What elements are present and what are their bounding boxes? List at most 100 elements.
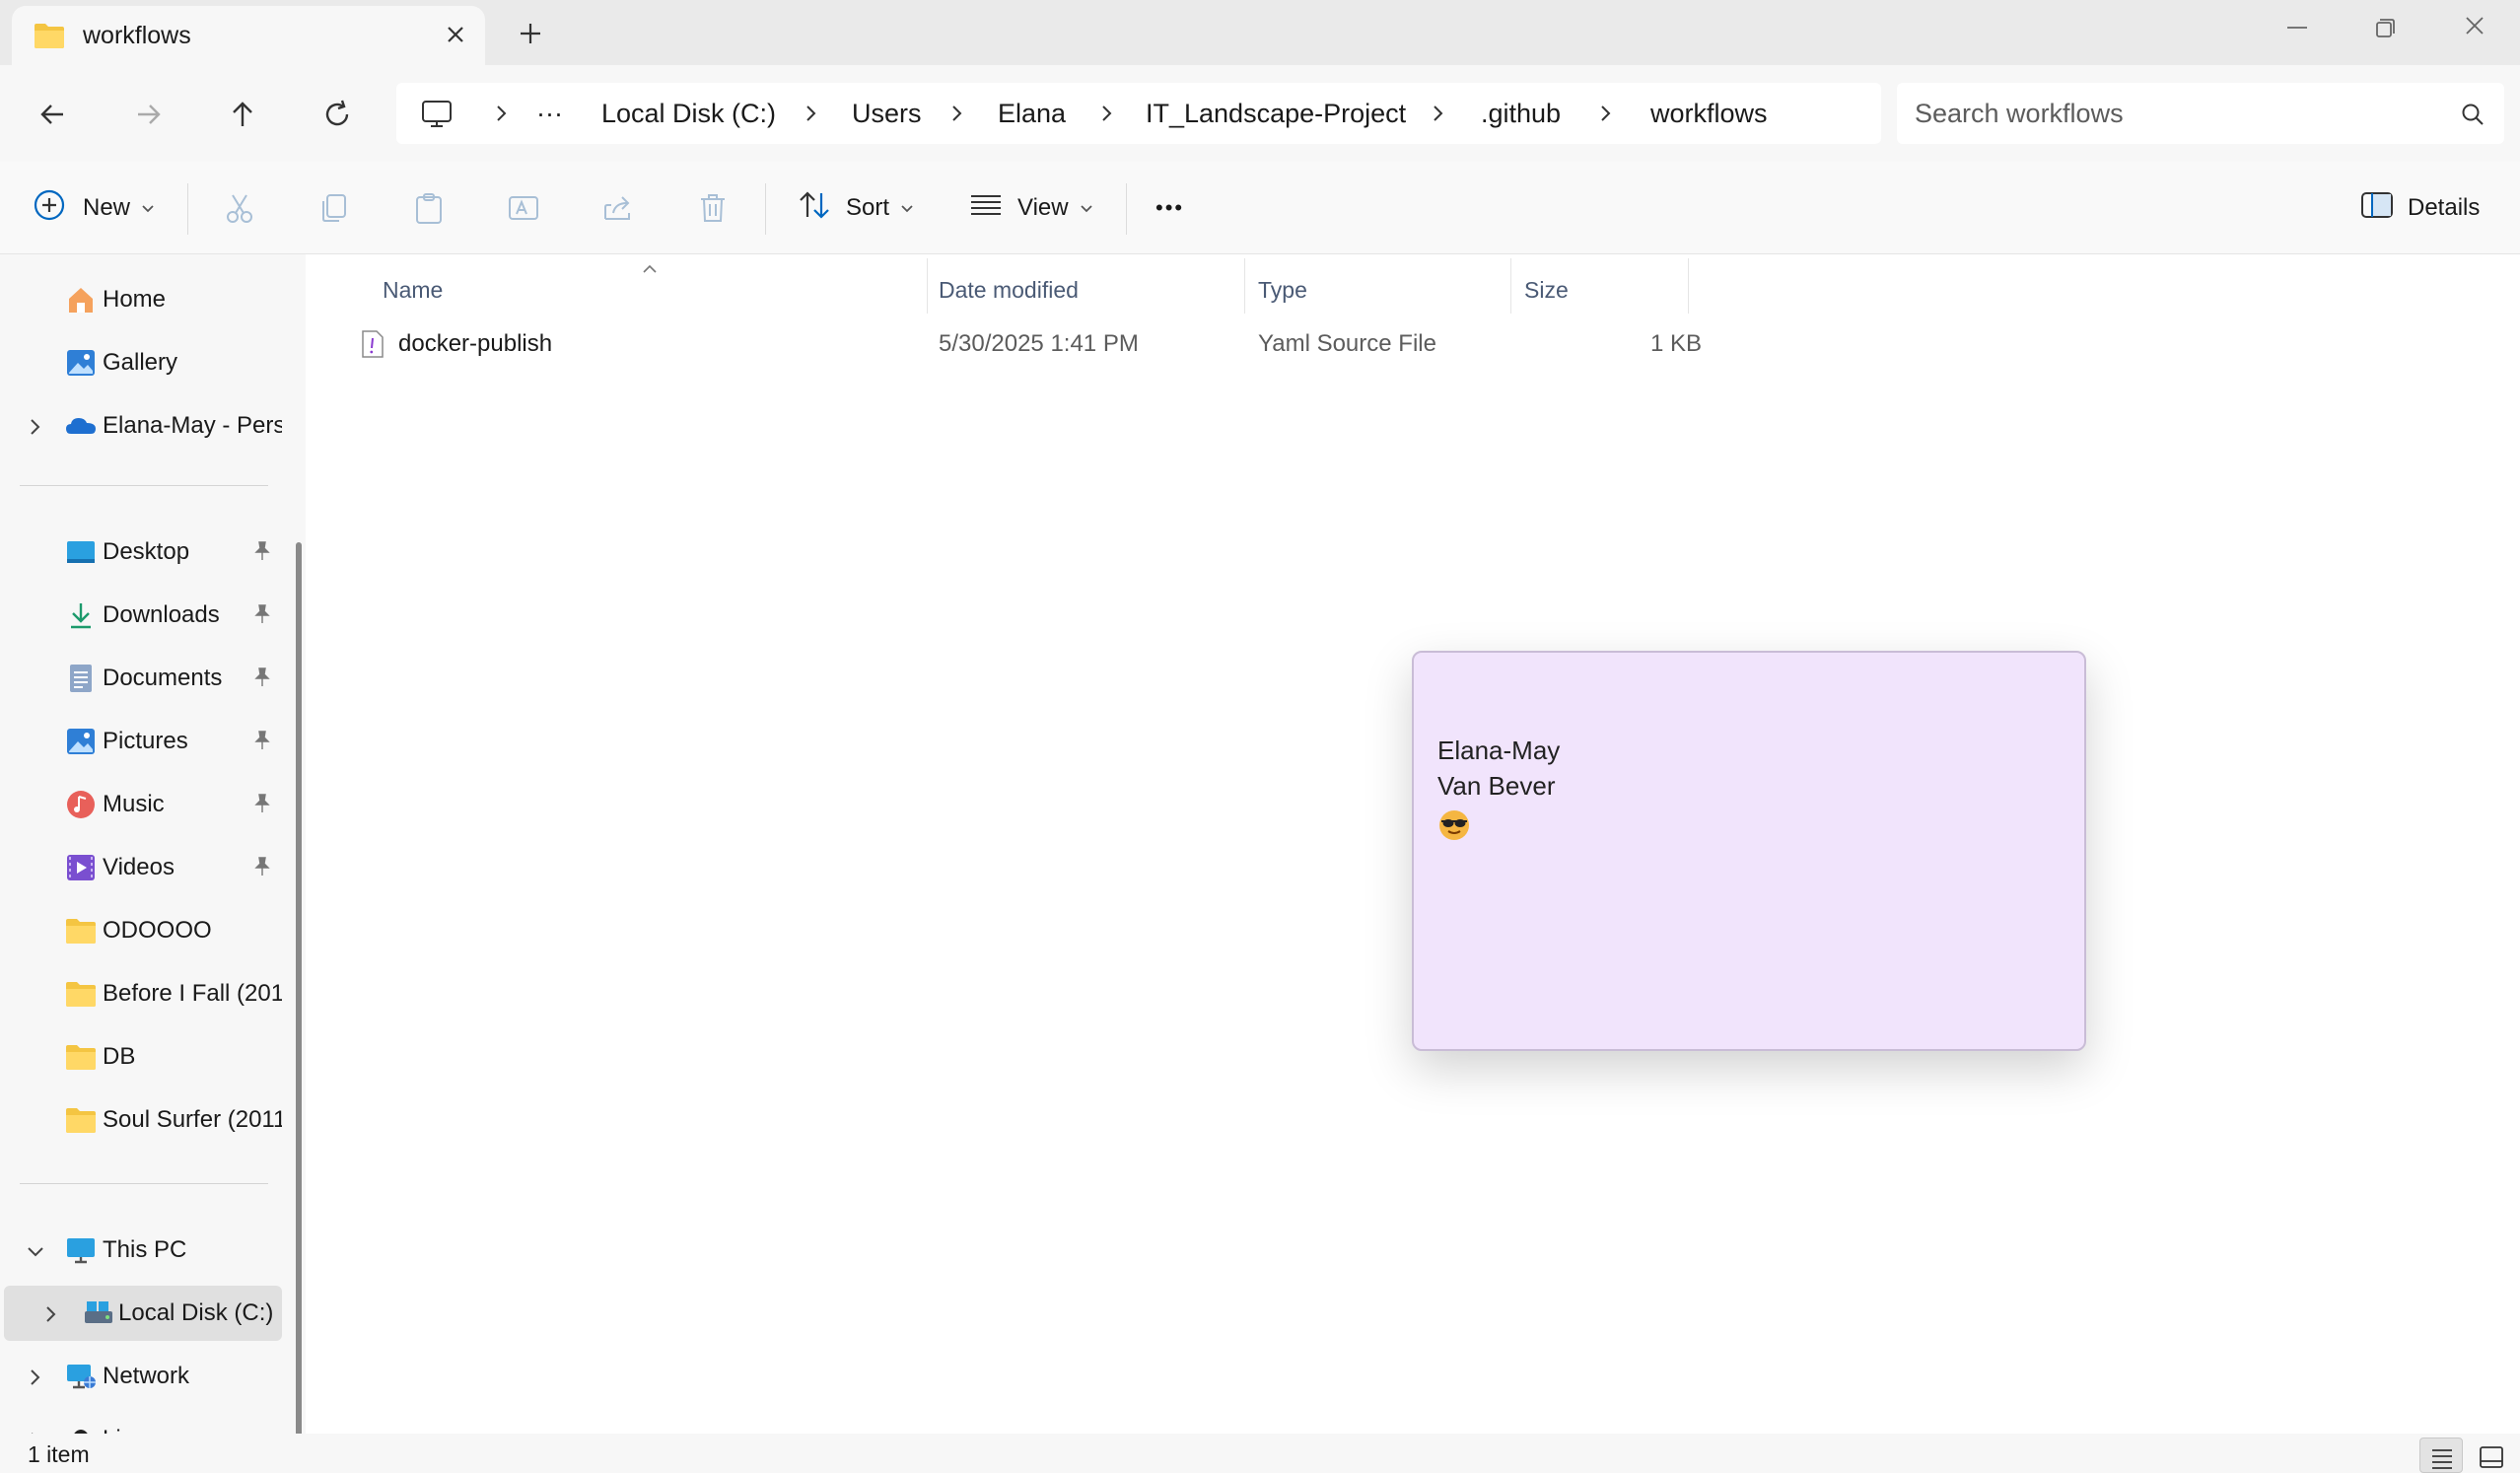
chevron-down-icon (140, 194, 156, 222)
sidebar-item-onedrive[interactable]: Elana-May - Personal (0, 398, 282, 454)
chevron-right-icon[interactable] (946, 103, 966, 124)
chevron-right-icon[interactable] (801, 103, 820, 124)
back-button[interactable] (34, 95, 73, 134)
sidebar-item-downloads[interactable]: Downloads (0, 588, 282, 643)
sidebar-item-desktop[interactable]: Desktop (0, 525, 282, 580)
chevron-right-icon[interactable] (26, 416, 43, 444)
sidebar-item-odoooo[interactable]: ODOOOO (0, 903, 282, 958)
chevron-right-icon[interactable] (1428, 103, 1447, 124)
restore-button[interactable] (2364, 12, 2404, 43)
column-divider[interactable] (1510, 258, 1511, 314)
paste-icon[interactable] (412, 191, 446, 225)
search-box[interactable] (1897, 83, 2504, 144)
breadcrumb-workflows[interactable]: workflows (1650, 83, 1768, 144)
see-more-button[interactable]: ••• (1155, 179, 1184, 237)
sidebar-item-db[interactable]: DB (0, 1029, 282, 1085)
close-tab-icon[interactable] (441, 20, 470, 49)
home-icon (65, 284, 97, 316)
breadcrumb-overflow[interactable]: ··· (536, 83, 563, 144)
breadcrumb-users[interactable]: Users (852, 83, 922, 144)
note-line-last-name: Van Bever (1437, 771, 1556, 801)
sidebar-item-pictures[interactable]: Pictures (0, 714, 282, 769)
sunglasses-emoji-icon (1437, 808, 1471, 849)
sidebar-item-label: Elana-May - Personal (103, 412, 282, 439)
sidebar-item-home[interactable]: Home (0, 272, 282, 327)
column-divider[interactable] (1688, 258, 1689, 314)
add-icon (32, 187, 67, 230)
cut-icon[interactable] (223, 191, 256, 225)
column-header-name[interactable]: Name (383, 266, 443, 314)
breadcrumb-project[interactable]: IT_Landscape-Project (1146, 83, 1406, 144)
sidebar-item-label: Gallery (103, 349, 178, 376)
search-icon[interactable] (2459, 101, 2486, 135)
sidebar-item-network[interactable]: Network (0, 1349, 282, 1404)
delete-icon[interactable] (696, 191, 730, 225)
sidebar-item-this-pc[interactable]: This PC (0, 1223, 282, 1278)
minimize-button[interactable] (2277, 12, 2317, 43)
forward-button[interactable] (128, 95, 168, 134)
breadcrumb-github[interactable]: .github (1481, 83, 1561, 144)
share-icon[interactable] (601, 191, 635, 225)
divider (187, 183, 188, 235)
sidebar-item-documents[interactable]: Documents (0, 651, 282, 706)
downloads-icon (65, 599, 97, 631)
column-divider[interactable] (1244, 258, 1245, 314)
file-row[interactable]: docker-publish 5/30/2025 1:41 PM Yaml So… (355, 321, 2011, 367)
large-icons-view-toggle[interactable] (2471, 1438, 2514, 1473)
chevron-right-icon[interactable] (491, 103, 511, 124)
new-label: New (83, 194, 131, 221)
sidebar-item-gallery[interactable]: Gallery (0, 335, 282, 390)
new-button[interactable]: New (32, 179, 156, 237)
column-header-size[interactable]: Size (1524, 266, 1569, 314)
new-tab-button[interactable] (515, 18, 546, 49)
sidebar-item-before-i-fall[interactable]: Before I Fall (2017) (0, 966, 282, 1021)
copy-icon[interactable] (317, 191, 351, 225)
chevron-down-icon[interactable] (26, 1240, 45, 1268)
computer-icon[interactable] (420, 83, 454, 144)
details-view-toggle[interactable] (2419, 1438, 2463, 1473)
network-icon (65, 1361, 97, 1392)
pin-icon[interactable] (252, 793, 272, 821)
column-divider[interactable] (927, 258, 928, 314)
pin-icon[interactable] (252, 603, 272, 632)
sort-icon (797, 187, 832, 230)
tab-workflows[interactable]: workflows (12, 6, 485, 65)
rename-icon[interactable] (507, 191, 540, 225)
sidebar-scrollbar[interactable] (296, 542, 302, 1434)
breadcrumb-local-disk[interactable]: Local Disk (C:) (601, 83, 776, 144)
chevron-down-icon (899, 194, 915, 222)
sidebar-divider (20, 485, 268, 486)
sidebar-item-label: Before I Fall (2017) (103, 980, 282, 1007)
column-header-date[interactable]: Date modified (939, 266, 1079, 314)
details-button[interactable]: Details (2360, 179, 2480, 237)
item-count: 1 item (28, 1441, 90, 1467)
up-button[interactable] (223, 95, 262, 134)
sort-button[interactable]: Sort (797, 179, 915, 237)
chevron-right-icon[interactable] (1595, 103, 1615, 124)
pin-icon[interactable] (252, 730, 272, 758)
column-header-type[interactable]: Type (1258, 266, 1307, 314)
chevron-right-icon[interactable] (26, 1367, 43, 1394)
search-input[interactable] (1915, 91, 2427, 136)
sidebar-item-label: Linux (103, 1426, 282, 1434)
sidebar-item-soul-surfer[interactable]: Soul Surfer (2011) (0, 1092, 282, 1148)
sticky-note-popup[interactable]: Elana-May Van Bever (1412, 651, 2086, 1051)
pin-icon[interactable] (252, 666, 272, 695)
breadcrumb-elana[interactable]: Elana (998, 83, 1066, 144)
close-window-button[interactable] (2455, 12, 2494, 43)
address-bar[interactable]: ··· Local Disk (C:) Users Elana IT_Lands… (396, 83, 1881, 144)
onedrive-icon (65, 410, 97, 442)
refresh-button[interactable] (317, 95, 357, 134)
sidebar-item-linux[interactable]: Linux (0, 1412, 282, 1434)
chevron-right-icon[interactable] (41, 1303, 59, 1331)
pin-icon[interactable] (252, 856, 272, 884)
pin-icon[interactable] (252, 540, 272, 569)
view-button[interactable]: View (968, 179, 1094, 237)
command-bar: New Sort View ••• Details (0, 162, 2520, 254)
sidebar-item-videos[interactable]: Videos (0, 840, 282, 895)
sidebar-item-music[interactable]: Music (0, 777, 282, 832)
file-name[interactable]: docker-publish (398, 321, 552, 367)
sidebar-item-local-disk[interactable]: Local Disk (C:) (4, 1286, 282, 1341)
chevron-right-icon[interactable] (1096, 103, 1116, 124)
drive-icon (83, 1298, 114, 1329)
